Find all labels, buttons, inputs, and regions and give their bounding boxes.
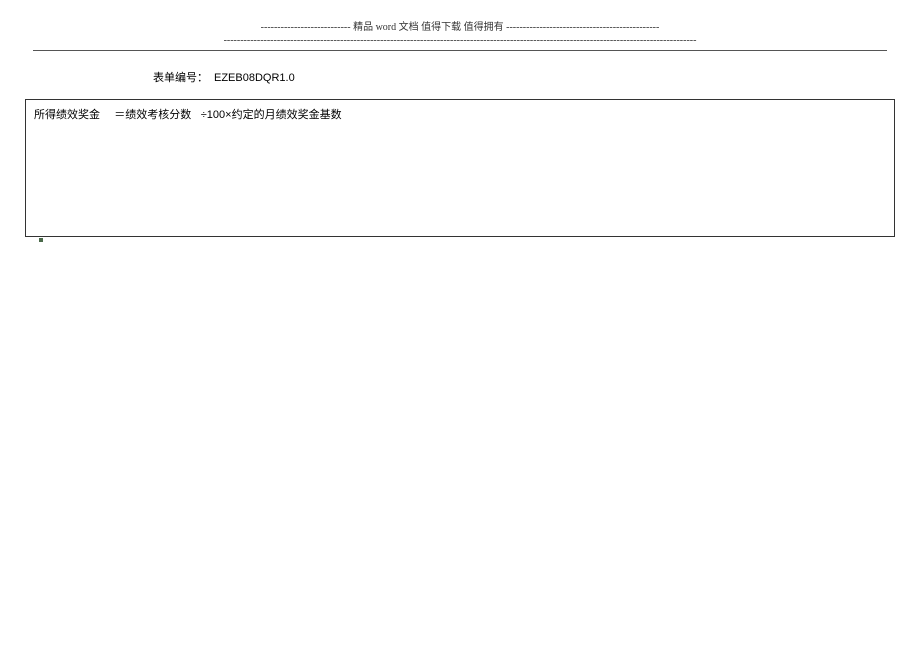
header-banner-line-1: --------------------------- 精品 word 文档 值… (25, 18, 895, 33)
header-divider (33, 50, 887, 51)
marker-dot-icon (39, 238, 43, 242)
formula-part-1: 所得绩效奖金 (34, 109, 100, 121)
form-id-row: 表单编号： EZEB08DQR1.0 (153, 69, 895, 85)
form-id-label: 表单编号： (153, 72, 208, 84)
header-dash-suffix: ----------------------------------------… (506, 22, 659, 33)
content-box: 所得绩效奖金 ＝绩效考核分数 ÷100×约定的月绩效奖金基数 (25, 99, 895, 237)
form-id-value: EZEB08DQR1.0 (214, 72, 295, 84)
formula-part-3: ÷100×约定的月绩效奖金基数 (201, 109, 342, 121)
document-page: --------------------------- 精品 word 文档 值… (0, 0, 920, 237)
formula-part-2: ＝绩效考核分数 (114, 109, 191, 121)
formula-line: 所得绩效奖金 ＝绩效考核分数 ÷100×约定的月绩效奖金基数 (34, 106, 886, 122)
header-title-text: 精品 word 文档 值得下载 值得拥有 (351, 22, 507, 33)
header-banner-line-2: ----------------------------------------… (25, 35, 895, 46)
header-dash-prefix: --------------------------- (261, 22, 351, 33)
